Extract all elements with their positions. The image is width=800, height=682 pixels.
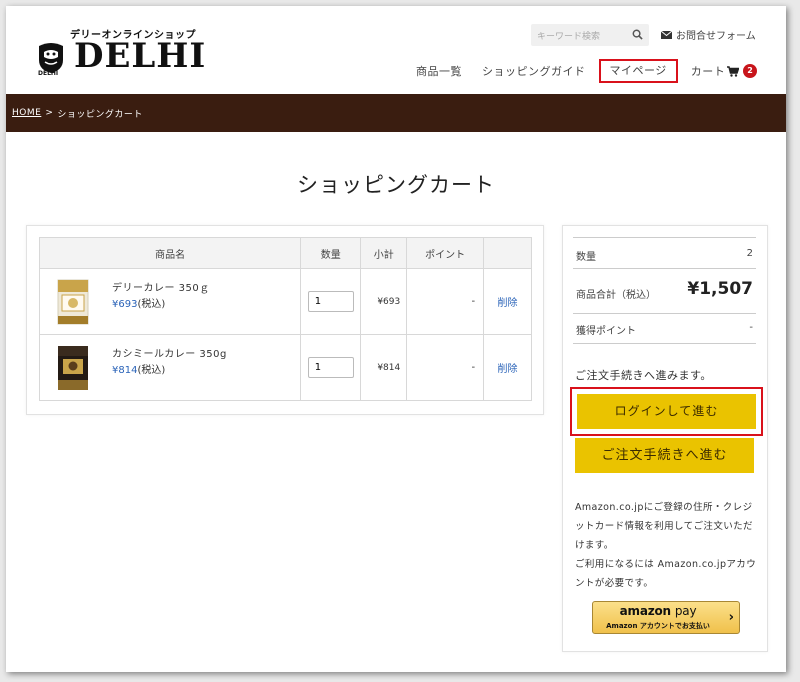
login-button-highlight: ログインして進む (570, 387, 763, 436)
summary-total-row: 商品合計（税込） ¥1,507 (573, 269, 756, 314)
product-cell: デリーカレー 350ｇ ¥693(税込) (38, 268, 302, 335)
product-price-tax: (税込) (137, 299, 166, 310)
summary-total-label: 商品合計（税込） (576, 290, 656, 301)
summary-points-row: 獲得ポイント - (573, 314, 756, 344)
product-price-tax: (税込) (137, 365, 166, 376)
amazon-pay-word: pay (674, 604, 697, 618)
product-price-value: ¥693 (112, 299, 138, 310)
points-cell: - (406, 268, 485, 335)
site-logo[interactable]: デリーオンラインショップ DELHI DELHI (36, 26, 216, 84)
breadcrumb-separator: > (45, 108, 54, 118)
summary-total-value: ¥1,507 (687, 279, 753, 299)
amazon-pay-text-1: Amazon.co.jpにご登録の住所・クレジットカード情報を利用してご注文いた… (575, 502, 753, 551)
amazon-pay-description: Amazon.co.jpにご登録の住所・クレジットカード情報を利用してご注文いた… (575, 498, 759, 593)
breadcrumb-home[interactable]: HOME (12, 108, 41, 118)
column-header-points: ポイント (406, 237, 485, 269)
amazon-pay-text-2: ご利用になるには Amazon.co.jpアカウントが必要です。 (575, 559, 757, 589)
summary-quantity-row: 数量 2 (573, 237, 756, 269)
product-image-delhi-curry[interactable] (54, 278, 92, 326)
product-price: ¥693(税込) (112, 295, 165, 310)
cart-table: 商品名 数量 小計 ポイント デリーカレー 350ｇ ¥693(税込) 1 ¥6… (38, 237, 532, 401)
breadcrumb-current: ショッピングカート (57, 109, 143, 120)
logo-small-text: DELHI (38, 70, 59, 77)
nav-item-shopping-guide[interactable]: ショッピングガイド (472, 63, 596, 79)
delete-link[interactable]: 削除 (483, 334, 532, 401)
main-nav: 商品一覧 ショッピングガイド マイページ カート 2 (406, 58, 767, 84)
logo-wordmark: DELHI (74, 36, 207, 76)
nav-cart-label: カート (690, 65, 726, 78)
quantity-cell (300, 334, 362, 401)
amazon-pay-subtitle: Amazon アカウントでお支払い (606, 622, 710, 630)
table-row: カシミールカレー 350g ¥814(税込) ¥814 - 削除 (38, 334, 532, 401)
summary-quantity-value: 2 (746, 248, 753, 259)
nav-item-products[interactable]: 商品一覧 (406, 63, 472, 79)
column-header-quantity: 数量 (300, 237, 362, 269)
order-summary-panel: 数量 2 商品合計（税込） ¥1,507 獲得ポイント - ご注文手続きへ進みま… (562, 225, 768, 652)
summary-points-value: - (749, 322, 753, 333)
breadcrumb: HOME > ショッピングカート (6, 94, 786, 132)
search-icon[interactable] (632, 29, 643, 40)
contact-label: お問合せフォーム (676, 31, 756, 42)
nav-item-mypage[interactable]: マイページ (598, 59, 678, 83)
column-header-product: 商品名 (38, 237, 302, 269)
page-title: ショッピングカート (297, 173, 495, 197)
search-box (531, 24, 649, 48)
amazon-logo-word: amazon (619, 604, 671, 618)
cart-count-badge: 2 (743, 64, 758, 78)
delete-link[interactable]: 削除 (483, 268, 532, 335)
points-cell: - (406, 334, 485, 401)
product-image-kashmir-curry[interactable] (54, 344, 92, 392)
quantity-cell (300, 268, 362, 335)
mail-icon (661, 30, 672, 39)
search-input[interactable] (531, 26, 627, 48)
product-price-value: ¥814 (112, 365, 138, 376)
product-name[interactable]: カシミールカレー 350g (112, 345, 227, 360)
quantity-input[interactable] (307, 357, 354, 378)
table-header-row: 商品名 数量 小計 ポイント (38, 237, 532, 269)
column-header-subtotal: 小計 (360, 237, 408, 269)
subtotal-cell: ¥693 (360, 268, 408, 335)
product-name[interactable]: デリーカレー 350ｇ (112, 279, 210, 294)
cart-panel: 商品名 数量 小計 ポイント デリーカレー 350ｇ ¥693(税込) 1 ¥6… (26, 225, 544, 415)
column-header-actions (483, 237, 532, 269)
nav-item-cart[interactable]: カート 2 (681, 63, 768, 79)
login-and-proceed-button[interactable]: ログインして進む (577, 394, 756, 429)
product-price: ¥814(税込) (112, 361, 165, 376)
contact-link[interactable]: お問合せフォーム (661, 27, 756, 42)
page-frame: デリーオンラインショップ DELHI DELHI お問合せフォーム 商品一覧 シ… (6, 6, 786, 672)
amazon-pay-button[interactable]: amazon pay Amazon アカウントでお支払い › (592, 601, 740, 634)
subtotal-cell: ¥814 (360, 334, 408, 401)
table-row: デリーカレー 350ｇ ¥693(税込) ¥693 - 削除 (38, 268, 532, 335)
quantity-input[interactable] (307, 291, 354, 312)
summary-quantity-label: 数量 (576, 252, 596, 263)
product-cell: カシミールカレー 350g ¥814(税込) (38, 334, 302, 401)
chevron-right-icon: › (728, 610, 734, 625)
proceed-to-checkout-button[interactable]: ご注文手続きへ進む (575, 438, 754, 473)
cart-icon (727, 65, 740, 77)
proceed-note: ご注文手続きへ進みます。 (575, 369, 712, 382)
summary-points-label: 獲得ポイント (576, 326, 636, 337)
amazon-pay-logo: amazon pay (593, 604, 723, 618)
